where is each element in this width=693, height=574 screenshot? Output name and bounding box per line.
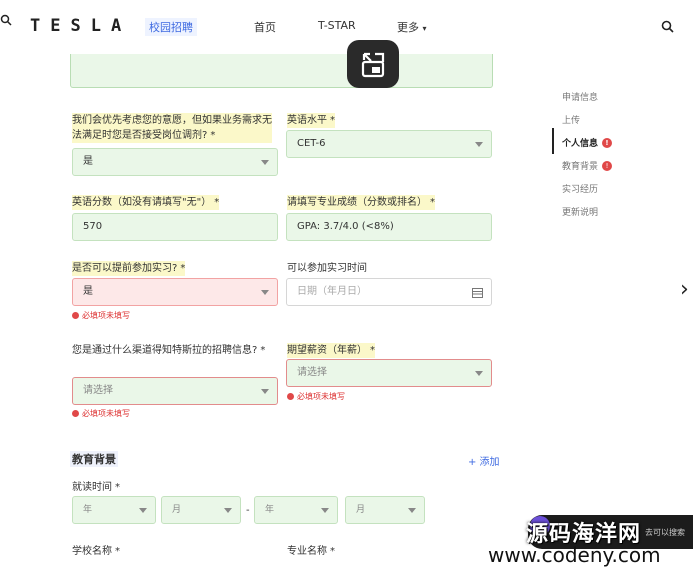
picture-in-picture-button[interactable]: [347, 40, 399, 88]
next-arrow-button[interactable]: ›: [675, 264, 693, 318]
adjust-label: 我们会优先考虑您的意愿，但如果业务需求无法满足时您是否接受岗位调剂? *: [72, 113, 272, 143]
caret-down-icon: [475, 371, 483, 376]
early-intern-error: 必填项未填写: [72, 310, 130, 321]
salary-error: 必填项未填写: [287, 391, 345, 402]
previous-textarea[interactable]: [70, 54, 493, 88]
end-year-placeholder: 年: [265, 505, 275, 515]
alert-icon: !: [602, 161, 613, 171]
salary-label: 期望薪资（年薪） *: [287, 343, 375, 358]
intern-time-input[interactable]: 日期（年月日）: [286, 278, 492, 306]
adjust-value: 是: [83, 156, 93, 167]
start-year-select[interactable]: 年: [72, 496, 156, 524]
watermark-url: www.codeny.com: [488, 543, 661, 567]
intern-time-label: 可以参加实习时间: [287, 263, 367, 274]
major-score-value: GPA: 3.7/4.0 (<8%): [297, 221, 394, 232]
pip-icon: [361, 52, 385, 78]
magnifier-icon[interactable]: [0, 14, 12, 26]
period-dash: -: [246, 505, 250, 516]
error-icon: [287, 393, 294, 400]
major-score-label: 请填写专业成绩（分数或排名） *: [287, 195, 435, 210]
sidenav-upload[interactable]: 上传: [562, 113, 580, 126]
study-period-label: 就读时间 *: [72, 482, 120, 493]
sidenav-active-indicator: [552, 128, 554, 154]
english-level-select[interactable]: CET-6: [286, 130, 492, 158]
caret-down-icon: [261, 160, 269, 165]
sidenav-update-notes[interactable]: 更新说明: [562, 205, 598, 218]
campus-recruit-tag[interactable]: 校园招聘: [145, 18, 197, 36]
chevron-right-icon: ›: [680, 277, 689, 302]
caret-down-icon: [261, 389, 269, 394]
sidenav-education[interactable]: 教育背景!: [562, 159, 613, 172]
education-title: 教育背景: [70, 451, 118, 467]
early-intern-label: 是否可以提前参加实习? *: [72, 261, 186, 276]
chevron-down-icon: ▾: [422, 24, 427, 33]
major-name-label: 专业名称 *: [287, 546, 335, 557]
source-error: 必填项未填写: [72, 408, 130, 419]
calendar-icon: [472, 288, 483, 298]
sidenav-personal-info[interactable]: 个人信息!: [562, 136, 613, 149]
english-score-value: 570: [83, 221, 103, 232]
salary-placeholder: 请选择: [297, 367, 327, 378]
sidenav-education-label: 教育背景: [562, 162, 599, 172]
nav-more[interactable]: 更多 ▾: [397, 19, 427, 35]
caret-down-icon: [321, 508, 329, 513]
nav-home[interactable]: 首页: [254, 19, 276, 35]
caret-down-icon: [261, 290, 269, 295]
end-year-select[interactable]: 年: [254, 496, 338, 524]
english-level-value: CET-6: [297, 138, 326, 149]
caret-down-icon: [475, 142, 483, 147]
english-level-label: 英语水平 *: [287, 113, 335, 128]
source-select[interactable]: 请选择: [72, 377, 278, 405]
early-intern-select[interactable]: 是: [72, 278, 278, 306]
end-month-select[interactable]: 月: [345, 496, 425, 524]
end-month-placeholder: 月: [356, 505, 366, 515]
add-education-link[interactable]: + 添加: [468, 453, 500, 468]
nav-more-label: 更多: [397, 21, 419, 34]
start-month-select[interactable]: 月: [161, 496, 241, 524]
sidenav-apply-info[interactable]: 申请信息: [562, 90, 598, 103]
major-score-input[interactable]: GPA: 3.7/4.0 (<8%): [286, 213, 492, 241]
start-year-placeholder: 年: [83, 505, 93, 515]
alert-icon: !: [602, 138, 613, 148]
start-month-placeholder: 月: [172, 505, 182, 515]
source-placeholder: 请选择: [83, 385, 113, 396]
english-score-label: 英语分数（如没有请填写"无"） *: [72, 195, 220, 210]
search-icon[interactable]: [661, 20, 674, 33]
caret-down-icon: [139, 508, 147, 513]
intern-time-placeholder: 日期（年月日）: [297, 286, 367, 297]
adjust-select[interactable]: 是: [72, 148, 278, 176]
sidenav-internship[interactable]: 实习经历: [562, 182, 598, 195]
error-icon: [72, 312, 79, 319]
caret-down-icon: [224, 508, 232, 513]
nav-tstar[interactable]: T-STAR: [318, 19, 356, 32]
sidenav-personal-info-label: 个人信息: [562, 139, 599, 149]
chip-text: 去可以搜索: [645, 528, 685, 537]
error-icon: [72, 410, 79, 417]
english-score-input[interactable]: 570: [72, 213, 278, 241]
early-intern-value: 是: [83, 286, 93, 297]
school-name-label: 学校名称 *: [72, 546, 120, 557]
salary-select[interactable]: 请选择: [286, 359, 492, 387]
source-label: 您是通过什么渠道得知特斯拉的招聘信息? *: [72, 345, 266, 356]
caret-down-icon: [408, 508, 416, 513]
tesla-logo[interactable]: TESLA: [30, 16, 131, 36]
side-panel: [512, 50, 693, 560]
